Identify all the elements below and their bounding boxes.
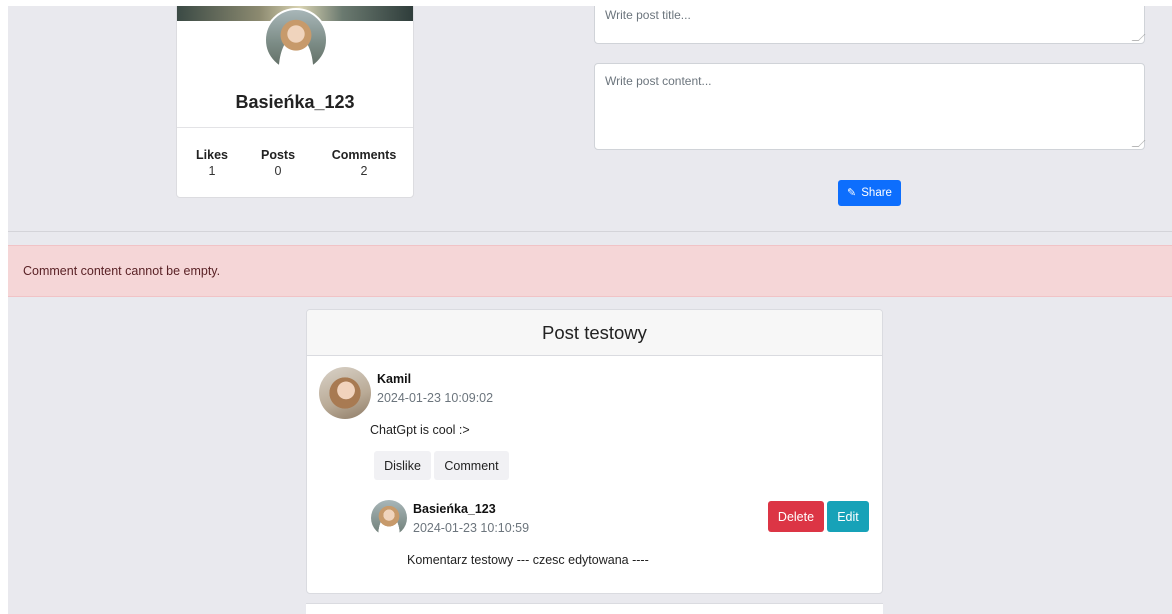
- section-divider: [8, 231, 1172, 232]
- stat-likes-value: 1: [208, 164, 216, 178]
- comment-button[interactable]: Comment: [434, 451, 509, 480]
- resize-grip-icon[interactable]: [1131, 34, 1146, 41]
- comment-timestamp: 2024-01-23 10:10:59: [413, 521, 530, 535]
- share-button[interactable]: ✎ Share: [838, 180, 901, 206]
- share-label: Share: [861, 187, 892, 199]
- alert-message: Comment content cannot be empty.: [23, 264, 221, 278]
- comment-content: Komentarz testowy --- czesc edytowana --…: [407, 553, 649, 567]
- post-author[interactable]: Kamil: [377, 372, 411, 386]
- stat-likes: Likes 1: [195, 148, 229, 178]
- delete-comment-button[interactable]: Delete: [768, 501, 824, 532]
- avatar: [319, 367, 371, 419]
- stat-posts-value: 0: [274, 164, 282, 178]
- resize-grip-icon[interactable]: [1131, 140, 1146, 147]
- stat-likes-label: Likes: [196, 148, 228, 162]
- stat-comments-value: 2: [360, 164, 368, 178]
- profile-username: Basieńka_123: [235, 92, 355, 112]
- edit-comment-button[interactable]: Edit: [827, 501, 869, 532]
- stat-posts-label: Posts: [261, 148, 296, 162]
- error-alert: Comment content cannot be empty.: [8, 245, 1172, 297]
- post-title: Post testowy: [307, 310, 882, 356]
- avatar: [371, 500, 407, 536]
- profile-divider: [177, 127, 413, 128]
- profile-avatar: [264, 8, 328, 72]
- stat-comments: Comments 2: [331, 148, 397, 178]
- profile-card: Basieńka_123 Likes 1 Posts 0 Comments 2: [176, 6, 414, 198]
- page: Basieńka_123 Likes 1 Posts 0 Comments 2 …: [8, 6, 1172, 614]
- next-post-card: [306, 603, 883, 614]
- stat-posts: Posts 0: [261, 148, 295, 178]
- post-title-placeholder: Write post title...: [605, 8, 691, 22]
- post-card: Post testowy Kamil 2024-01-23 10:09:02 C…: [306, 309, 883, 594]
- stat-comments-label: Comments: [331, 148, 397, 162]
- post-content-input[interactable]: Write post content...: [594, 63, 1146, 150]
- comment-author[interactable]: Basieńka_123: [413, 502, 496, 516]
- post-content: ChatGpt is cool :>: [370, 423, 470, 437]
- dislike-button[interactable]: Dislike: [374, 451, 431, 480]
- post-title-input[interactable]: Write post title...: [594, 6, 1146, 44]
- post-content-placeholder: Write post content...: [605, 74, 712, 88]
- pencil-icon: ✎: [847, 186, 857, 199]
- post-timestamp: 2024-01-23 10:09:02: [377, 391, 494, 405]
